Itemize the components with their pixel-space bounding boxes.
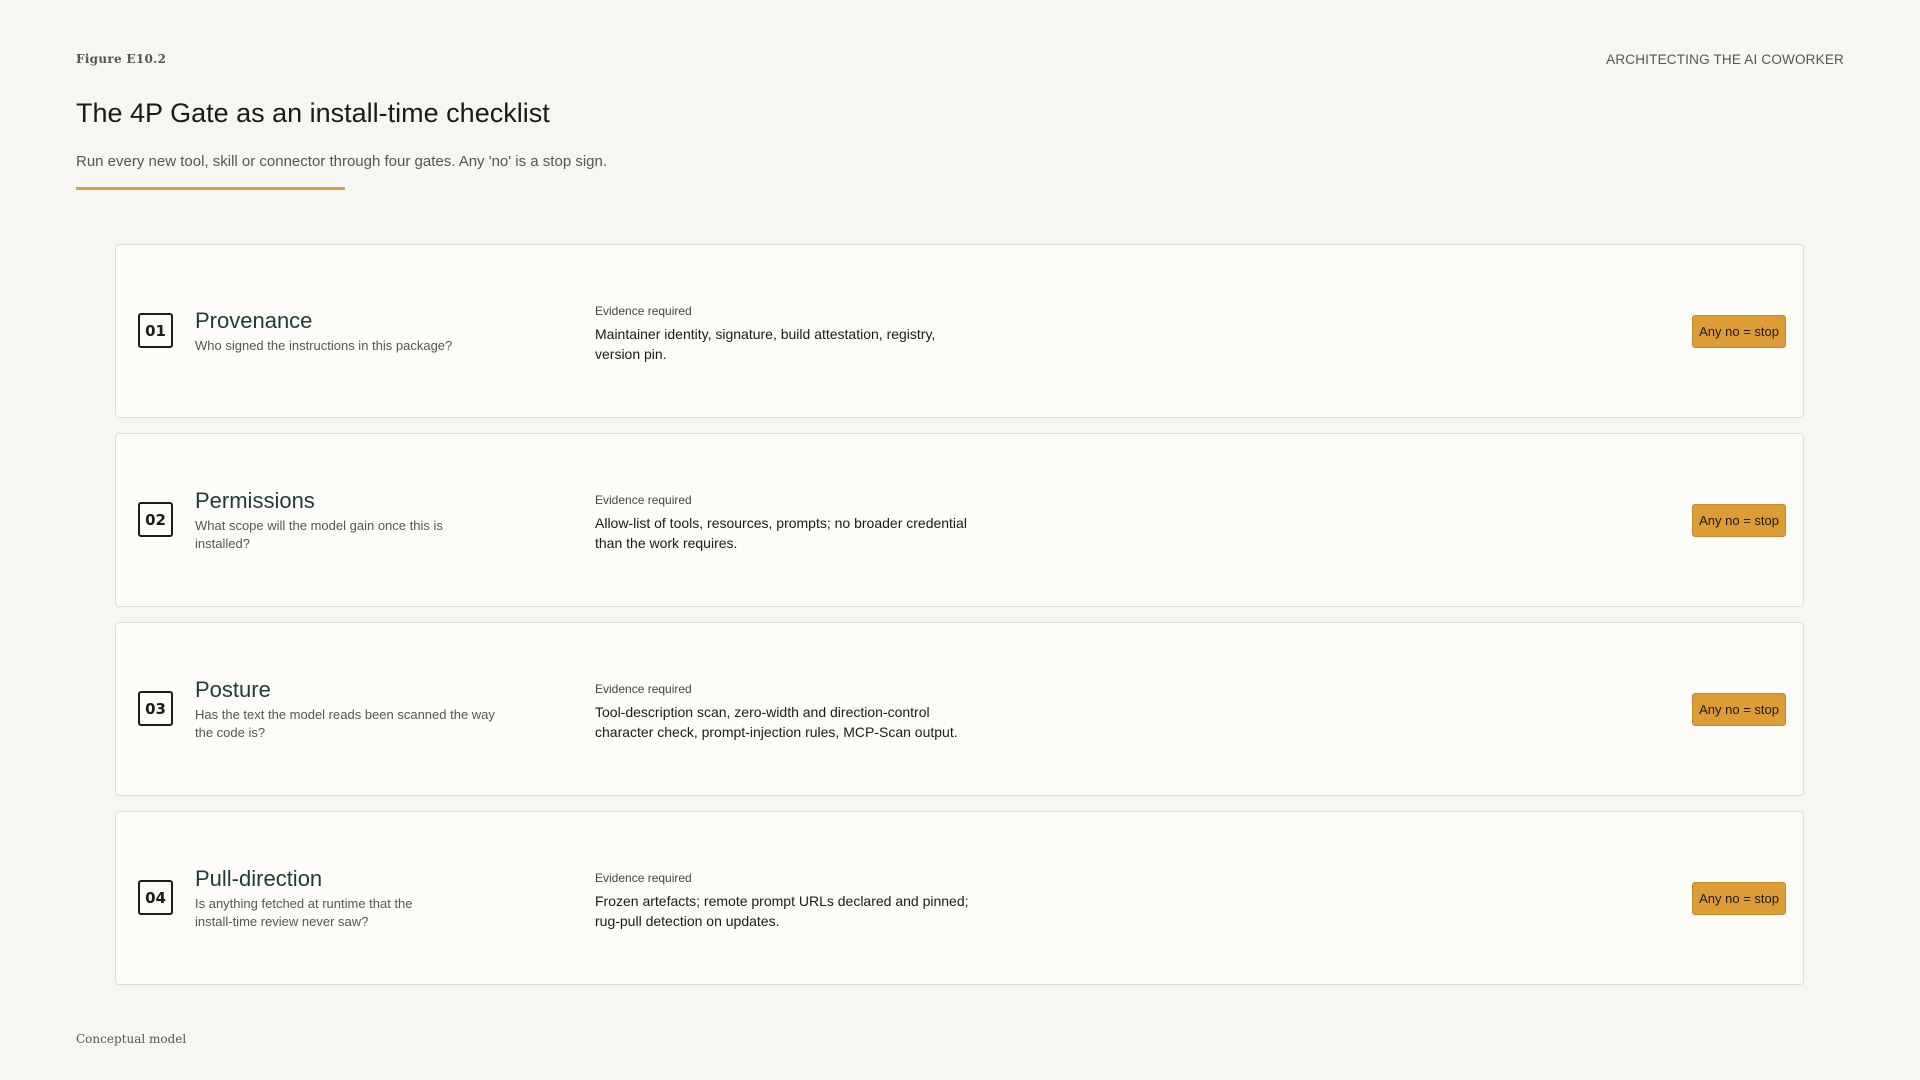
gate-list: 01 Provenance Who signed the instruction… — [115, 244, 1804, 1000]
gate-number-badge: 03 — [138, 691, 173, 726]
gate-number-badge: 04 — [138, 880, 173, 915]
gate-evidence: Evidence required Maintainer identity, s… — [595, 245, 975, 417]
evidence-label: Evidence required — [595, 303, 692, 318]
book-title: ARCHITECTING THE AI COWORKER — [1606, 52, 1844, 67]
evidence-text: Allow-list of tools, resources, prompts;… — [595, 514, 967, 551]
stop-badge: Any no = stop — [1692, 315, 1786, 348]
evidence-text: Tool-description scan, zero-width and di… — [595, 703, 958, 740]
stop-badge: Any no = stop — [1692, 693, 1786, 726]
page-subtitle: Run every new tool, skill or connector t… — [76, 153, 608, 170]
gate-evidence: Evidence required Tool-description scan,… — [595, 623, 975, 795]
footer-note: Conceptual model — [76, 1032, 187, 1046]
gate-name: Provenance — [195, 307, 313, 333]
evidence-text: Frozen artefacts; remote prompt URLs dec… — [595, 892, 969, 929]
gate-name: Pull-direction — [195, 865, 323, 891]
page-title: The 4P Gate as an install-time checklist — [76, 98, 550, 128]
evidence-label: Evidence required — [595, 492, 692, 507]
accent-rule — [76, 187, 345, 190]
gate-card-pull-direction: 04 Pull-direction Is anything fetched at… — [115, 811, 1804, 985]
gate-heading: Posture Has the text the model reads bee… — [195, 623, 525, 795]
gate-evidence: Evidence required Frozen artefacts; remo… — [595, 812, 975, 984]
stop-badge: Any no = stop — [1692, 504, 1786, 537]
gate-question: Has the text the model reads been scanne… — [195, 706, 495, 740]
gate-heading: Pull-direction Is anything fetched at ru… — [195, 812, 525, 984]
gate-question: What scope will the model gain once this… — [195, 517, 443, 551]
gate-heading: Permissions What scope will the model ga… — [195, 434, 525, 606]
evidence-label: Evidence required — [595, 681, 692, 696]
figure-label: Figure E10.2 — [76, 52, 167, 66]
gate-question: Who signed the instructions in this pack… — [195, 337, 453, 353]
evidence-label: Evidence required — [595, 870, 692, 885]
gate-name: Permissions — [195, 487, 315, 513]
gate-name: Posture — [195, 676, 271, 702]
evidence-text: Maintainer identity, signature, build at… — [595, 325, 936, 362]
gate-card-posture: 03 Posture Has the text the model reads … — [115, 622, 1804, 796]
stop-badge: Any no = stop — [1692, 882, 1786, 915]
gate-number-badge: 01 — [138, 313, 173, 348]
gate-card-permissions: 02 Permissions What scope will the model… — [115, 433, 1804, 607]
gate-evidence: Evidence required Allow-list of tools, r… — [595, 434, 975, 606]
gate-card-provenance: 01 Provenance Who signed the instruction… — [115, 244, 1804, 418]
gate-number-badge: 02 — [138, 502, 173, 537]
gate-heading: Provenance Who signed the instructions i… — [195, 245, 525, 417]
gate-question: Is anything fetched at runtime that the … — [195, 895, 413, 929]
